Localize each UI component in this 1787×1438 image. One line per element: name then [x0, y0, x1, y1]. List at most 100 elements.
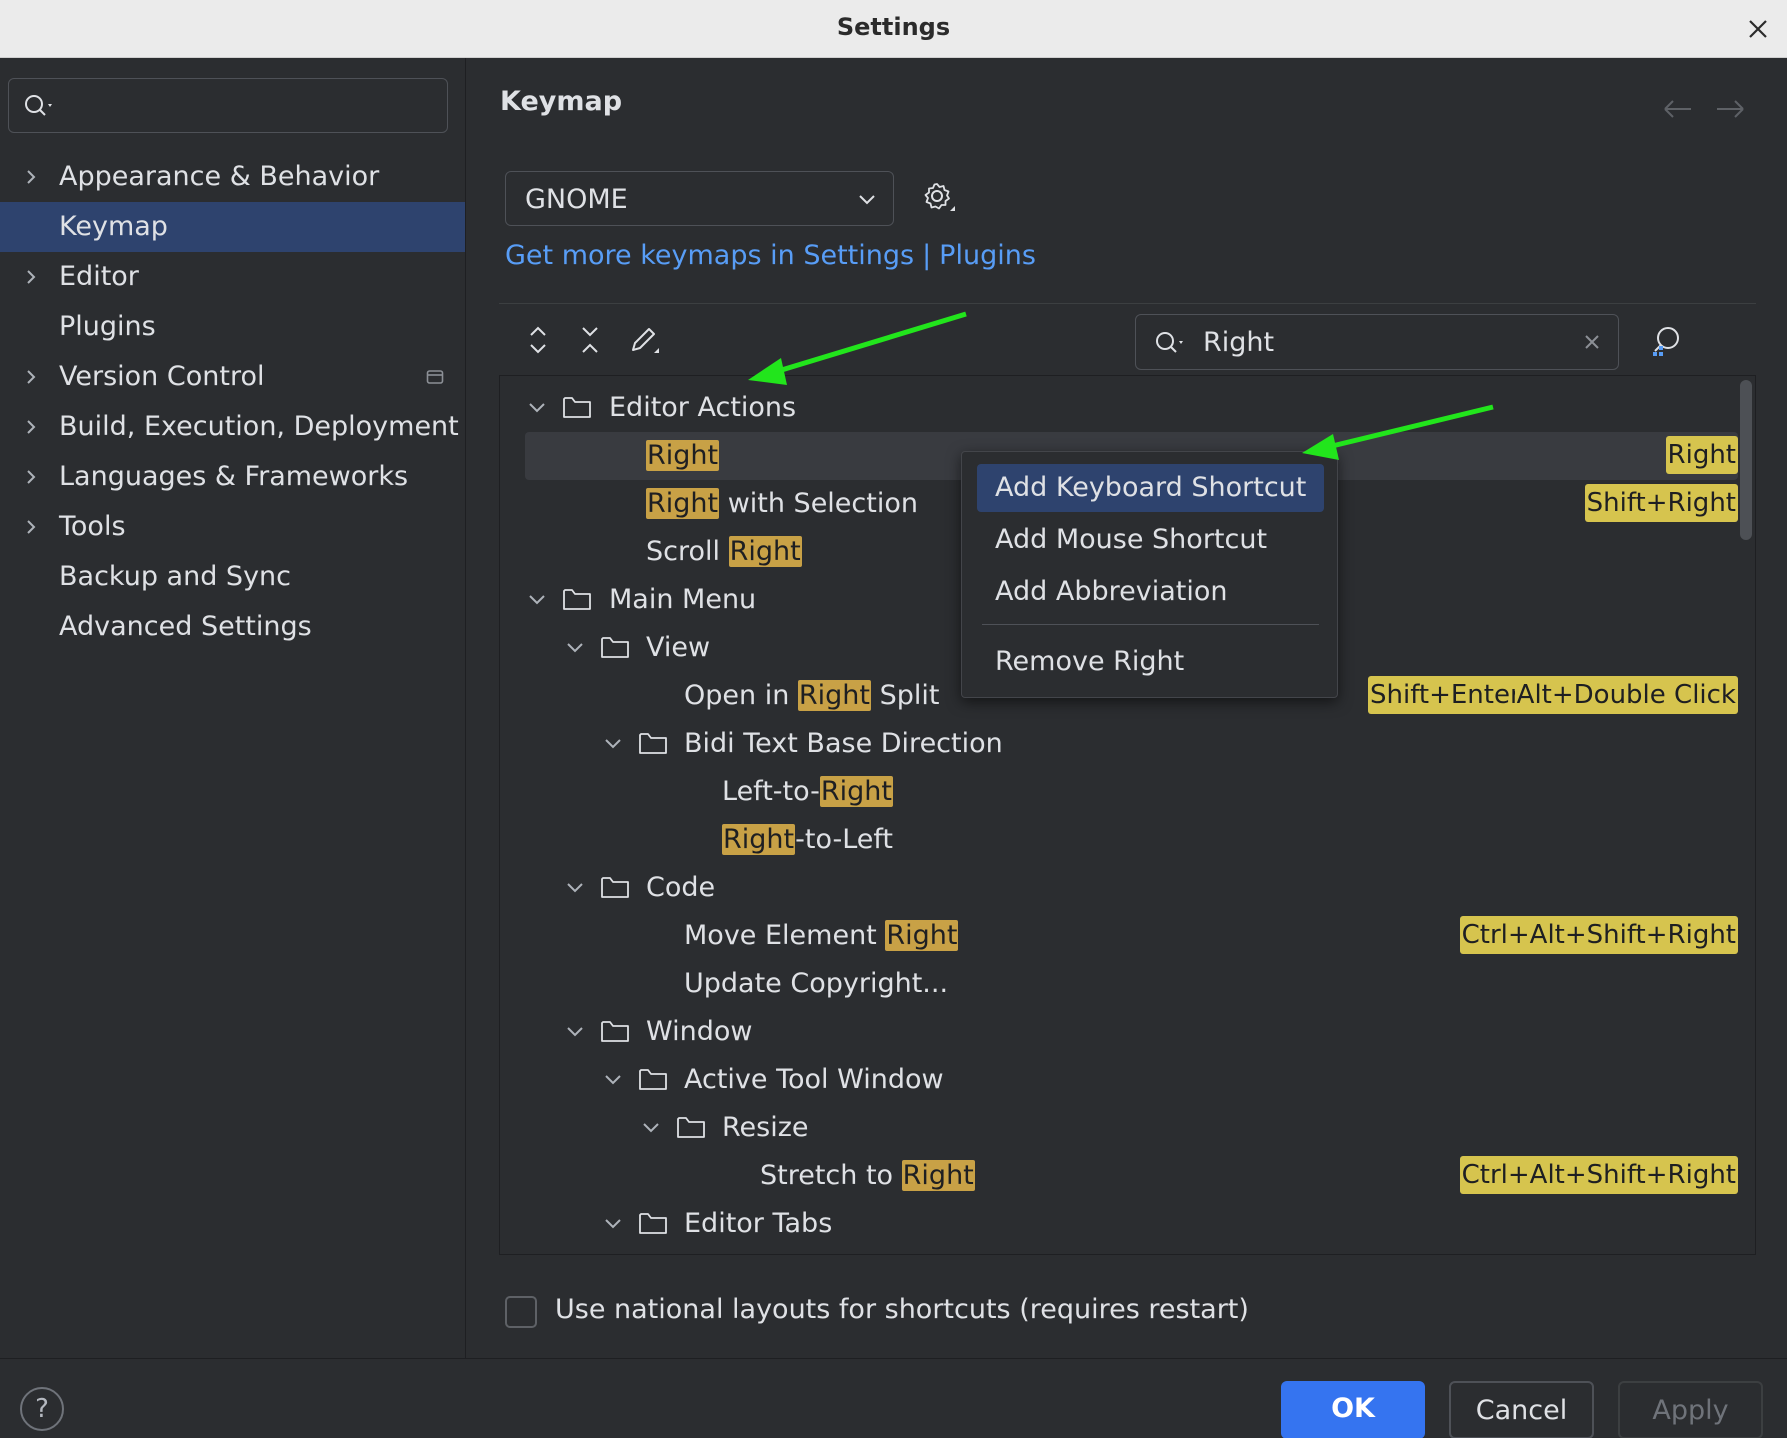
tree-row-window[interactable]: Window	[500, 1008, 1738, 1056]
tree-row-editor-tabs[interactable]: Editor Tabs	[500, 1200, 1738, 1248]
label-prefix: Scroll	[646, 536, 729, 567]
chevron-right-icon[interactable]	[22, 517, 40, 537]
chevron-down-icon[interactable]	[527, 591, 547, 609]
menu-separator	[982, 624, 1319, 625]
tree-row-label: Left-to-Right	[722, 774, 893, 810]
menu-item-remove-right[interactable]: Remove Right	[977, 638, 1324, 686]
folder-icon	[563, 589, 591, 610]
tree-row-label: Update Copyright...	[684, 968, 949, 999]
chevron-right-icon[interactable]	[22, 167, 40, 187]
chevron-down-icon[interactable]	[603, 735, 623, 753]
help-button[interactable]: ?	[20, 1387, 64, 1431]
folder-icon	[639, 1069, 667, 1090]
keymap-scheme-dropdown[interactable]: GNOME	[505, 171, 894, 226]
chevron-right-icon[interactable]	[22, 367, 40, 387]
apply-button[interactable]: Apply	[1618, 1381, 1763, 1438]
tree-row-label: Right	[646, 438, 720, 474]
settings-nav: Appearance & Behavior Keymap Editor Plug…	[0, 152, 465, 652]
keymap-panel: Keymap GNOME Get more keymaps in Setting…	[467, 58, 1787, 1358]
tree-row-label: Resize	[722, 1112, 809, 1143]
tree-row-resize[interactable]: Resize	[500, 1104, 1738, 1152]
back-forward-arrows	[1664, 100, 1744, 118]
settings-search-input[interactable]	[8, 78, 448, 133]
tree-row-active-tool-window[interactable]: Active Tool Window	[500, 1056, 1738, 1104]
sidebar-item-version-control[interactable]: Version Control	[0, 352, 465, 402]
sidebar-item-build[interactable]: Build, Execution, Deployment	[0, 402, 465, 452]
tree-row-move-element-right[interactable]: Move Element Right Ctrl+Alt+Shift+Right	[500, 912, 1738, 960]
sidebar-item-plugins[interactable]: Plugins	[0, 302, 465, 352]
folder-icon	[601, 1021, 629, 1042]
chevron-right-icon[interactable]	[22, 417, 40, 437]
sidebar-item-label: Languages & Frameworks	[59, 461, 409, 492]
label-rest: -to-Left	[795, 824, 893, 855]
sidebar-item-appearance[interactable]: Appearance & Behavior	[0, 152, 465, 202]
tree-row-label: Right-to-Left	[722, 822, 893, 858]
tree-row-label: Editor Tabs	[684, 1208, 833, 1239]
forward-arrow-icon[interactable]	[1717, 100, 1744, 118]
tree-row-editor-actions[interactable]: Editor Actions	[500, 384, 1738, 432]
sidebar-item-tools[interactable]: Tools	[0, 502, 465, 552]
divider	[499, 303, 1756, 304]
chevron-down-icon[interactable]	[641, 1119, 661, 1137]
folder-icon	[563, 397, 591, 418]
match-highlight: Right	[646, 440, 720, 471]
tree-row-code[interactable]: Code	[500, 864, 1738, 912]
sidebar-item-backup-sync[interactable]: Backup and Sync	[0, 552, 465, 602]
edit-shortcut-icon[interactable]	[627, 322, 661, 358]
sidebar-item-label: Advanced Settings	[59, 611, 312, 642]
back-arrow-icon[interactable]	[1664, 100, 1691, 118]
tree-row-update-copyright[interactable]: Update Copyright...	[500, 960, 1738, 1008]
cancel-button[interactable]: Cancel	[1449, 1381, 1594, 1438]
project-level-icon	[426, 370, 444, 384]
sidebar-item-languages[interactable]: Languages & Frameworks	[0, 452, 465, 502]
menu-item-add-keyboard-shortcut[interactable]: Add Keyboard Shortcut	[977, 464, 1324, 512]
folder-icon	[639, 1213, 667, 1234]
window-title: Settings	[836, 13, 951, 41]
chevron-down-icon[interactable]	[603, 1071, 623, 1089]
gear-icon[interactable]	[917, 176, 959, 218]
find-by-shortcut-icon[interactable]	[1650, 324, 1686, 360]
chevron-down-icon[interactable]	[565, 1023, 585, 1041]
clear-search-icon[interactable]	[1582, 332, 1602, 352]
chevron-down-icon[interactable]	[565, 639, 585, 657]
sidebar-item-label: Keymap	[59, 211, 168, 242]
expand-all-icon[interactable]	[523, 322, 553, 358]
get-more-keymaps-link[interactable]: Get more keymaps in Settings	[505, 240, 914, 271]
keymap-scheme-value: GNOME	[525, 184, 628, 215]
plugins-link[interactable]: Plugins	[939, 240, 1036, 271]
label-prefix: Stretch to	[760, 1160, 902, 1191]
tree-row-label: Main Menu	[609, 584, 757, 615]
label-prefix: Left-to-	[722, 776, 820, 807]
sidebar-item-label: Backup and Sync	[59, 561, 292, 592]
match-highlight: Right	[819, 776, 893, 807]
folder-icon	[677, 1117, 705, 1138]
tree-scrollbar[interactable]	[1740, 380, 1752, 540]
tree-row-label: Active Tool Window	[684, 1064, 944, 1095]
settings-sidebar: Appearance & Behavior Keymap Editor Plug…	[0, 58, 466, 1358]
ok-button[interactable]: OK	[1281, 1381, 1425, 1438]
sidebar-item-advanced-settings[interactable]: Advanced Settings	[0, 602, 465, 652]
tree-row-bidi[interactable]: Bidi Text Base Direction	[500, 720, 1738, 768]
keymap-search-input[interactable]: Right	[1135, 314, 1619, 370]
sidebar-item-label: Plugins	[59, 311, 156, 342]
chevron-down-icon[interactable]	[527, 399, 547, 417]
chevron-down-icon[interactable]	[603, 1215, 623, 1233]
sidebar-item-editor[interactable]: Editor	[0, 252, 465, 302]
menu-item-add-mouse-shortcut[interactable]: Add Mouse Shortcut	[977, 516, 1324, 564]
national-layouts-checkbox[interactable]	[505, 1296, 537, 1328]
tree-row-left-to-right[interactable]: Left-to-Right	[500, 768, 1738, 816]
shortcut-badge: Right	[1665, 436, 1738, 474]
close-icon[interactable]	[1743, 14, 1773, 44]
folder-icon	[601, 877, 629, 898]
sidebar-item-label: Version Control	[59, 361, 265, 392]
tree-row-stretch-to-right[interactable]: Stretch to Right Ctrl+Alt+Shift+Right	[500, 1152, 1738, 1200]
chevron-down-icon[interactable]	[565, 879, 585, 897]
chevron-right-icon[interactable]	[22, 467, 40, 487]
sidebar-item-keymap[interactable]: Keymap	[0, 202, 465, 252]
tree-row-right-to-left[interactable]: Right-to-Left	[500, 816, 1738, 864]
tree-row-label: Code	[646, 872, 716, 903]
menu-item-add-abbreviation[interactable]: Add Abbreviation	[977, 568, 1324, 616]
collapse-all-icon[interactable]	[575, 322, 605, 358]
chevron-right-icon[interactable]	[22, 267, 40, 287]
search-icon	[25, 95, 52, 116]
